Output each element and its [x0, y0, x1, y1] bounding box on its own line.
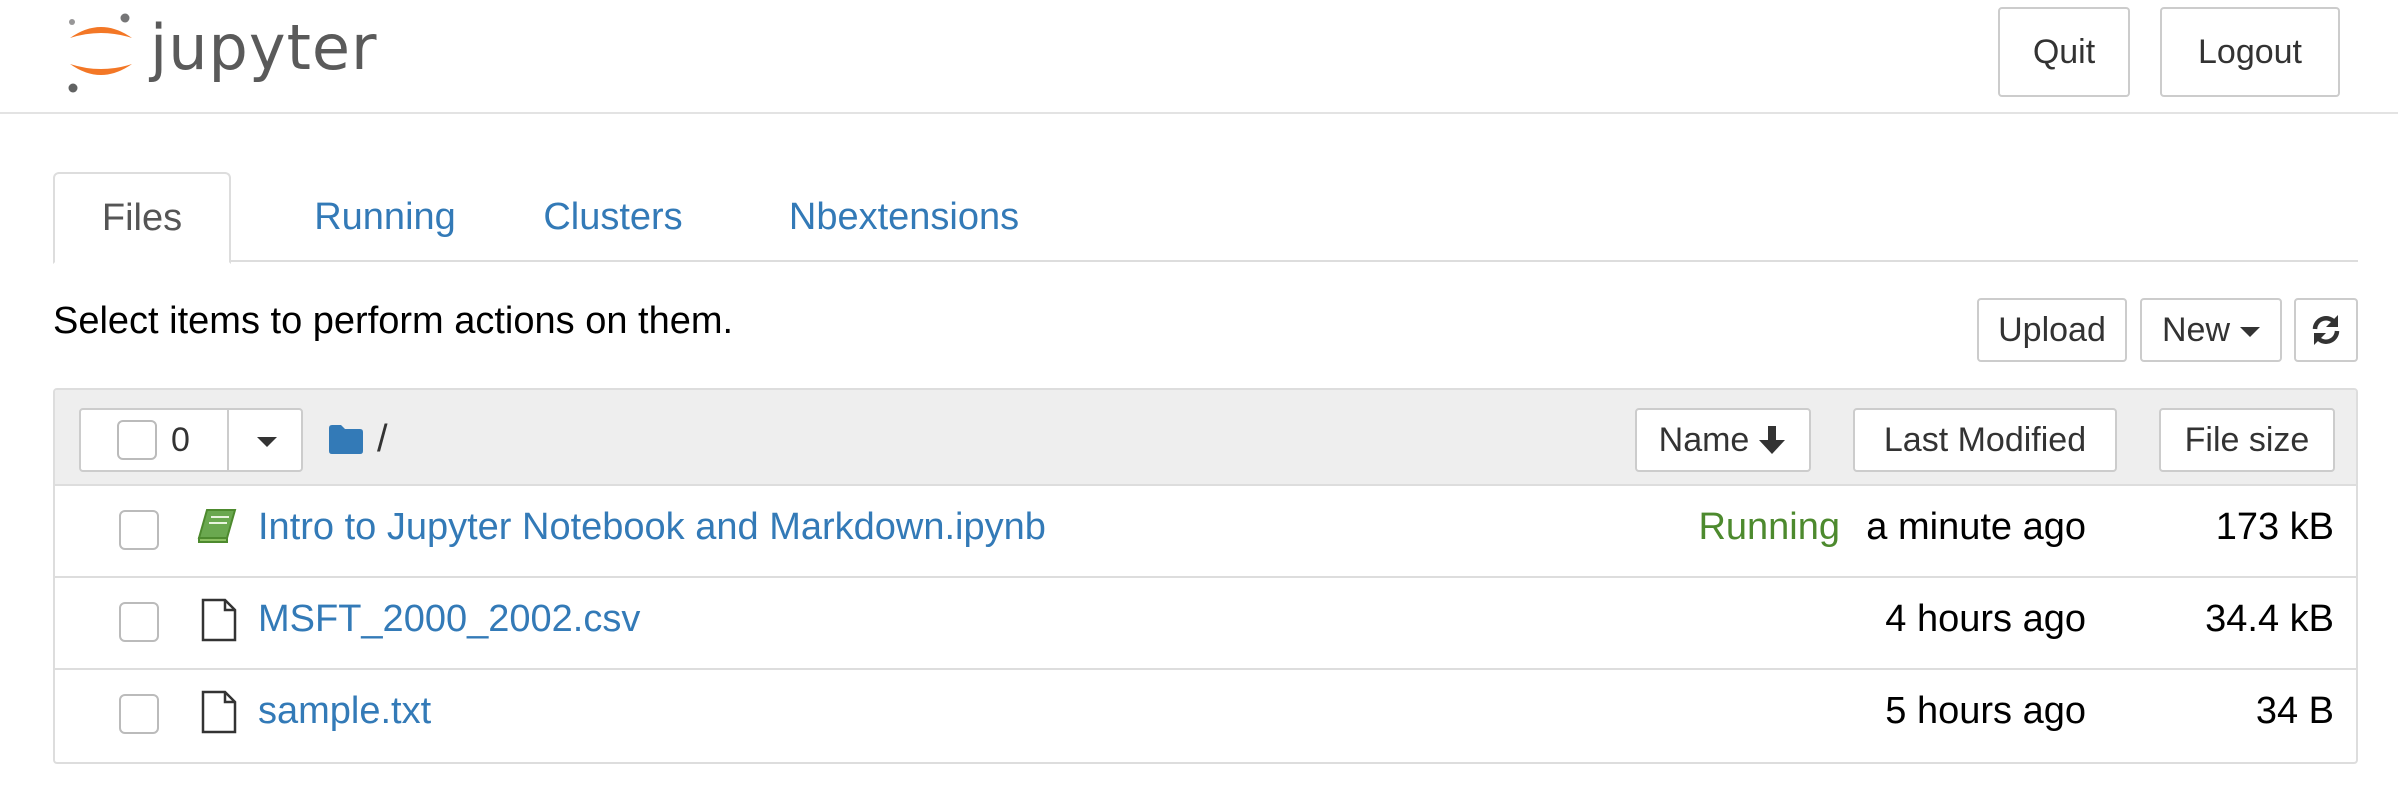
file-icon: [201, 598, 237, 642]
file-list: 0 / Name Last Modified File size Intro t…: [53, 388, 2358, 764]
tab-clusters[interactable]: Clusters: [523, 172, 703, 262]
file-name-link[interactable]: sample.txt: [258, 690, 431, 733]
file-size: 173 kB: [2215, 506, 2334, 548]
folder-icon[interactable]: [327, 423, 365, 455]
refresh-button[interactable]: [2294, 298, 2358, 362]
sort-by-file-size-button[interactable]: File size: [2159, 408, 2335, 472]
refresh-icon: [2312, 315, 2340, 345]
last-modified: 4 hours ago: [1885, 598, 2086, 640]
new-button-label: New: [2161, 310, 2231, 349]
selected-count: 0: [171, 420, 190, 459]
logout-button[interactable]: Logout: [2160, 7, 2340, 97]
tab-files[interactable]: Files: [53, 172, 231, 264]
upload-button[interactable]: Upload: [1977, 298, 2127, 362]
tab-nbextensions[interactable]: Nbextensions: [773, 172, 1035, 262]
sort-by-name-button[interactable]: Name: [1635, 408, 1811, 472]
chevron-down-icon: [257, 437, 277, 447]
instructions-text: Select items to perform actions on them.: [53, 300, 734, 342]
arrow-down-icon: [1759, 426, 1786, 454]
item-checkbox[interactable]: [119, 602, 159, 642]
file-icon: [201, 690, 237, 734]
item-checkbox[interactable]: [119, 510, 159, 550]
breadcrumb-root[interactable]: /: [377, 418, 388, 461]
tab-running[interactable]: Running: [285, 172, 485, 262]
file-size: 34.4 kB: [2205, 598, 2334, 640]
quit-button[interactable]: Quit: [1998, 7, 2130, 97]
select-options-dropdown[interactable]: [231, 410, 303, 470]
sort-by-last-modified-button[interactable]: Last Modified: [1853, 408, 2117, 472]
new-dropdown-button[interactable]: New: [2140, 298, 2282, 362]
breadcrumb: /: [327, 414, 388, 464]
running-status: Running: [1698, 506, 1840, 548]
file-name-link[interactable]: Intro to Jupyter Notebook and Markdown.i…: [258, 506, 1046, 549]
jupyter-logo[interactable]: jupyter: [62, 6, 378, 96]
file-name-link[interactable]: MSFT_2000_2002.csv: [258, 598, 640, 641]
last-modified: 5 hours ago: [1885, 690, 2086, 732]
file-size: 34 B: [2255, 690, 2334, 732]
logo-text: jupyter: [150, 10, 378, 84]
header: jupyter Quit Logout: [0, 0, 2398, 114]
item-checkbox[interactable]: [119, 694, 159, 734]
select-all-checkbox[interactable]: [117, 420, 157, 460]
last-modified: a minute ago: [1866, 506, 2086, 548]
list-item[interactable]: sample.txt 5 hours ago 34 B: [55, 670, 2356, 762]
chevron-down-icon: [2240, 327, 2261, 337]
sort-name-label: Name: [1658, 420, 1750, 459]
notebook-icon: [197, 509, 237, 543]
list-item[interactable]: Intro to Jupyter Notebook and Markdown.i…: [55, 486, 2356, 578]
file-list-header: 0 / Name Last Modified File size: [55, 390, 2356, 486]
list-item[interactable]: MSFT_2000_2002.csv 4 hours ago 34.4 kB: [55, 578, 2356, 670]
tab-bar: Files Running Clusters Nbextensions: [53, 172, 2358, 264]
jupyter-logo-icon: [68, 13, 132, 93]
select-all-group: 0: [79, 408, 303, 472]
select-all-control[interactable]: 0: [81, 410, 229, 470]
